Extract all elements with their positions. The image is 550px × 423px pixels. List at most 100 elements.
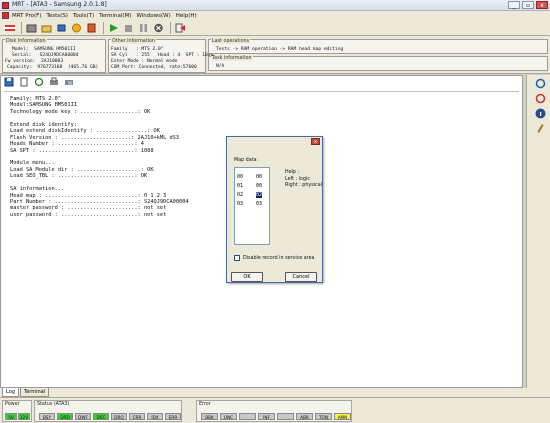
menu-terminal[interactable]: Terminal(M) <box>99 13 131 19</box>
log-toolbar <box>4 77 74 89</box>
document-icon[interactable] <box>19 77 29 87</box>
menu-tests[interactable]: Tests(S) <box>46 13 67 19</box>
other-sa-cyl: SA Cyl : 255 Head : 4 SPT : 1088 <box>111 53 214 58</box>
exit-icon[interactable] <box>3 22 16 34</box>
stop-icon[interactable] <box>122 22 135 34</box>
status-crr: CRR <box>129 413 145 420</box>
menu-app-icon[interactable] <box>2 12 9 19</box>
disable-record-checkbox[interactable] <box>234 255 240 261</box>
error-blank-1 <box>239 413 256 420</box>
help-title: Help : <box>285 170 300 175</box>
status-idx: IDX <box>147 413 163 420</box>
map-list[interactable]: 00 00 01 00 02 02 03 03 <box>234 167 270 245</box>
toolbar-separator <box>103 21 104 34</box>
info-panel: Disk Information Model: SAMSUNG HM501II … <box>0 36 550 74</box>
error-amn: AMN <box>334 413 351 420</box>
status-dsc: DSC <box>93 413 109 420</box>
chip-icon[interactable] <box>55 22 68 34</box>
task-info-text: N/A <box>216 64 225 69</box>
task-info-title: Task information <box>211 56 253 61</box>
side-toolbar <box>526 75 550 388</box>
last-operations-group: Last operations Tests -> RAM operation -… <box>208 39 548 54</box>
tool-icon[interactable] <box>534 122 546 134</box>
tab-terminal[interactable]: Terminal <box>20 388 50 397</box>
status-title: Status (ATA3) <box>37 402 70 407</box>
power-group: Power 5V 12V <box>2 400 32 422</box>
disk-info-title: Disk Information <box>5 39 47 44</box>
close-button[interactable]: x <box>536 1 548 9</box>
map-logic-2: 02 <box>237 192 244 198</box>
map-logic-3: 03 <box>237 201 244 207</box>
drive-icon[interactable] <box>25 22 38 34</box>
map-data-label: Map data: <box>234 158 259 163</box>
minimize-button[interactable]: _ <box>508 1 520 9</box>
open-icon[interactable] <box>40 22 53 34</box>
cancel-icon[interactable] <box>152 22 165 34</box>
other-info-title: Other Information <box>111 39 156 44</box>
disk-model: Model: SAMSUNG HM501II <box>12 47 76 52</box>
maximize-button[interactable]: ▫ <box>522 1 534 9</box>
tab-bar: Log Terminal <box>0 388 550 397</box>
disk-capacity: Capacity: 976773168 (465.76 GB) <box>7 65 99 70</box>
disk-serial: Serial: S24QJ9DCA00004 <box>12 53 79 58</box>
print-preview-icon[interactable] <box>64 77 74 87</box>
other-com-port: COM Port: Connected, rate:57600 <box>111 65 197 70</box>
cancel-button[interactable]: Cancel <box>285 272 317 282</box>
status-bar: Power 5V 12V Status (ATA3) BSY DRD DWF D… <box>0 397 550 423</box>
map-physical-3[interactable]: 03 <box>256 201 262 207</box>
ok-button[interactable]: OK <box>231 272 263 282</box>
map-physical-1[interactable]: 00 <box>256 183 262 189</box>
refresh-icon[interactable] <box>34 77 44 87</box>
other-family: Family : MTS 2.0" <box>111 47 164 52</box>
star-icon[interactable] <box>70 22 83 34</box>
status-drd: DRD <box>57 413 73 420</box>
log-line: user password : ........................… <box>10 211 167 218</box>
last-operations-title: Last operations <box>211 39 251 44</box>
menu-windows[interactable]: Windows(W) <box>136 13 170 19</box>
map-logic-1: 01 <box>237 183 244 189</box>
disable-record-label: Disable record in service area <box>243 256 315 261</box>
error-abr: ABR <box>296 413 313 420</box>
save-log-icon[interactable] <box>4 77 14 87</box>
rotate-red-icon[interactable] <box>534 92 546 104</box>
power-12v-indicator: 12V <box>18 413 30 420</box>
plugin-icon[interactable] <box>85 22 98 34</box>
menu-tools[interactable]: Tools(T) <box>73 13 94 19</box>
menu-bar: MRT Pro(F) Tests(S) Tools(T) Terminal(M)… <box>0 11 550 20</box>
disk-info-group: Disk Information Model: SAMSUNG HM501II … <box>2 39 106 73</box>
toolbar-separator <box>170 21 171 34</box>
error-unc: UNC <box>220 413 237 420</box>
map-data-dialog: x Map data: 00 00 01 00 02 02 03 03 Help… <box>226 136 323 283</box>
app-icon <box>2 2 9 9</box>
status-drq: DRQ <box>111 413 127 420</box>
map-physical-2[interactable]: 02 <box>256 192 263 198</box>
play-icon[interactable] <box>107 22 120 34</box>
dialog-close-button[interactable]: x <box>311 138 320 145</box>
menu-mrtpro[interactable]: MRT Pro(F) <box>12 13 41 19</box>
main-toolbar <box>0 20 550 36</box>
error-title: Error <box>199 402 211 407</box>
task-info-group: Task information N/A <box>208 56 548 71</box>
log-line: master password : ......................… <box>10 205 167 212</box>
status-group: Status (ATA3) BSY DRD DWF DSC DRQ CRR ID… <box>34 400 182 422</box>
help-left: Left : logic <box>285 177 310 182</box>
disk-firmware: Fw version: 2AJ10003 <box>5 59 64 64</box>
error-inf: INF <box>258 413 275 420</box>
error-ton: TON <box>315 413 332 420</box>
title-bar: MRT - [ATA3 - Samsung 2.0.1.8] _ ▫ x <box>0 0 550 11</box>
menu-help[interactable]: Help(H) <box>176 13 197 19</box>
rotate-blue-icon[interactable] <box>534 77 546 89</box>
tab-log[interactable]: Log <box>2 388 19 397</box>
window-title: MRT - [ATA3 - Samsung 2.0.1.8] <box>12 1 107 8</box>
help-right: Right : physical <box>285 183 322 188</box>
map-physical-0[interactable]: 00 <box>256 174 262 180</box>
other-enter-mode: Enter Mode : Normal mode <box>111 59 178 64</box>
other-info-group: Other Information Family : MTS 2.0" SA C… <box>108 39 213 73</box>
error-blank-2 <box>277 413 294 420</box>
print-icon[interactable] <box>49 77 59 87</box>
pause-icon[interactable] <box>137 22 150 34</box>
log-text: Family: MTS 2.0" Model:SAMSUNG HM501II Tec… <box>10 96 189 218</box>
export-icon[interactable] <box>174 22 187 34</box>
error-bbk: BBK <box>201 413 218 420</box>
info-icon[interactable] <box>534 107 546 119</box>
